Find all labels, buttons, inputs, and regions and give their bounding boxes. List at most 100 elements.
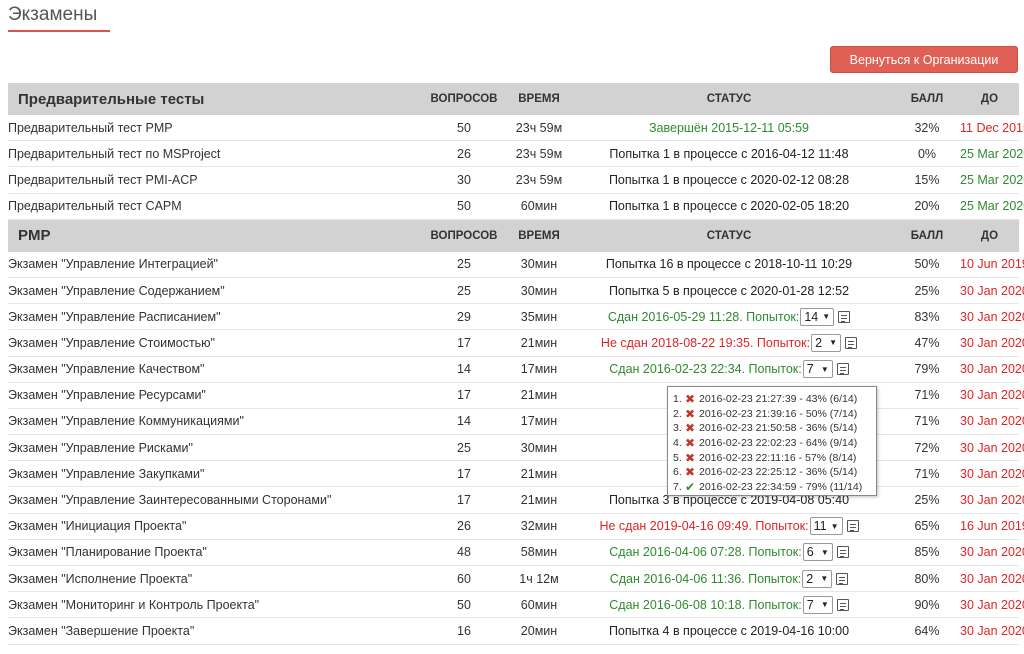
attempt-count: 6 [806, 545, 814, 560]
score: 65% [914, 519, 940, 534]
cross-icon: ✖ [685, 465, 696, 480]
exam-name[interactable]: Предварительный тест CAPM [8, 199, 414, 213]
attempt-number: 7. [673, 480, 682, 493]
score: 64% [914, 623, 940, 638]
attempt-history-item: 3. ✖ 2016-02-23 21:50:58 - 36% (5/14) [673, 421, 872, 436]
cross-icon: ✖ [685, 436, 696, 451]
exam-name[interactable]: Экзамен "Мониторинг и Контроль Проекта" [8, 598, 414, 612]
details-icon[interactable] [845, 336, 858, 349]
attempt-history-item: 4. ✖ 2016-02-23 22:02:23 - 64% (9/14) [673, 436, 872, 451]
status-text: Сдан 2016-04-06 11:36. Попыток: [609, 571, 802, 586]
attempt-number: 5. [673, 451, 682, 464]
due-date: 25 Mar 2020 [960, 172, 1024, 187]
status-text: Сдан 2016-06-08 10:18. Попыток: [609, 597, 802, 612]
time-limit: 17мин [520, 414, 558, 429]
status-text: Попытка 1 в процессе с 2020-02-05 18:20 [608, 199, 850, 214]
score: 71% [914, 466, 940, 481]
exam-name[interactable]: Экзамен "Управление Ресурсами" [8, 388, 414, 402]
score: 85% [914, 545, 940, 560]
status-text: Не сдан 2019-04-16 09:49. Попыток: [599, 519, 809, 534]
table-row: Экзамен "Управление Содержанием" 25 30мин П… [8, 278, 1024, 305]
table-row: Предварительный тест PMI-ACP 30 23ч 59м Поп… [8, 167, 1024, 194]
page-title: Экзамены [8, 4, 98, 25]
due-date: 30 Jan 2020 [960, 571, 1024, 586]
due-date: 30 Jan 2020 [960, 309, 1024, 324]
exam-name[interactable]: Экзамен "Управление Расписанием" [8, 310, 414, 324]
attempt-select[interactable]: 7 ▼ [802, 360, 833, 379]
column-header-questions: ВОПРОСОВ [430, 93, 498, 105]
status-text: Сдан 2016-04-06 07:28. Попыток: [609, 545, 802, 560]
cross-icon: ✖ [685, 450, 696, 465]
exam-name[interactable]: Экзамен "Управление Содержанием" [8, 284, 414, 298]
column-header-status: СТАТУС [706, 93, 752, 105]
status-text: Попытка 1 в процессе с 2016-04-12 11:48 [609, 146, 849, 161]
exam-name[interactable]: Экзамен "Исполнение Проекта" [8, 572, 414, 586]
exam-name[interactable]: Экзамен "Управление Интеграцией" [8, 257, 414, 271]
details-icon[interactable] [836, 598, 849, 611]
exam-name[interactable]: Экзамен "Завершение Проекта" [8, 624, 414, 638]
attempt-select[interactable]: 14 ▼ [800, 307, 835, 326]
status-text: Попытка 5 в процессе с 2020-01-28 12:52 [608, 283, 850, 298]
status-cell: Попытка 4 в процессе с 2019-04-16 10:00 [564, 624, 894, 638]
exam-name[interactable]: Экзамен "Планирование Проекта" [8, 545, 414, 559]
time-limit: 23ч 59м [515, 120, 563, 135]
chevron-down-icon: ▼ [830, 521, 839, 531]
exam-name[interactable]: Экзамен "Управление Закупками" [8, 467, 414, 481]
attempt-count: 7 [806, 362, 814, 377]
exam-name[interactable]: Экзамен "Управление Коммуникациями" [8, 414, 414, 428]
attempt-history-item: 1. ✖ 2016-02-23 21:27:39 - 43% (6/14) [673, 392, 872, 407]
score: 83% [914, 309, 940, 324]
exam-name[interactable]: Предварительный тест по MSProject [8, 147, 414, 161]
exam-name[interactable]: Экзамен "Управление Стоимостью" [8, 336, 414, 350]
score: 47% [914, 335, 940, 350]
due-date: 30 Jan 2020 [960, 623, 1024, 638]
chevron-down-icon: ▼ [829, 338, 838, 348]
details-icon[interactable] [836, 572, 849, 585]
time-limit: 35мин [520, 309, 558, 324]
exam-name[interactable]: Предварительный тест PMP [8, 121, 414, 135]
score: 15% [914, 172, 940, 187]
cross-icon: ✖ [685, 406, 696, 421]
attempt-history-item: 7. ✔ 2016-02-23 22:34:59 - 79% (11/14) [673, 480, 872, 495]
status-text: Попытка 16 в процессе с 2018-10-11 10:29 [605, 257, 853, 272]
score: 80% [914, 571, 940, 586]
exam-name[interactable]: Предварительный тест PMI-ACP [8, 173, 414, 187]
due-date: 30 Jan 2020 [960, 440, 1024, 455]
score: 71% [914, 414, 940, 429]
score: 20% [914, 199, 940, 214]
title-underline [8, 30, 110, 32]
due-date: 30 Jan 2020 [960, 414, 1024, 429]
back-to-organization-button[interactable]: Вернуться к Организации [830, 46, 1018, 73]
exam-name[interactable]: Экзамен "Управление Рисками" [8, 441, 414, 455]
attempt-select[interactable]: 11 ▼ [809, 517, 843, 536]
time-limit: 30мин [520, 257, 558, 272]
due-date: 30 Jan 2020 [960, 466, 1024, 481]
chevron-down-icon: ▼ [820, 364, 829, 374]
attempt-select[interactable]: 7 ▼ [802, 595, 833, 614]
table-row: Предварительный тест CAPM 50 60мин Попытка … [8, 194, 1024, 220]
details-icon[interactable] [838, 310, 851, 323]
column-header-score: БАЛЛ [910, 93, 944, 105]
attempt-details: 2016-02-23 22:02:23 - 64% (9/14) [699, 437, 858, 450]
exam-name[interactable]: Экзамен "Инициация Проекта" [8, 519, 414, 533]
section-title: Предварительные тесты [18, 90, 205, 108]
details-icon[interactable] [846, 520, 859, 533]
exam-name[interactable]: Экзамен "Управление Качеством" [8, 362, 414, 376]
status-cell: Сдан 2016-05-29 11:28. Попыток: 14 ▼ [564, 307, 894, 326]
score: 0% [917, 146, 937, 161]
table-row: Экзамен "Управление Интеграцией" 25 30мин П… [8, 252, 1024, 278]
column-header-score: БАЛЛ [910, 229, 944, 242]
time-limit: 21мин [520, 466, 558, 481]
details-icon[interactable] [836, 546, 849, 559]
status-text: Не сдан 2018-08-22 19:35. Попыток: [600, 335, 811, 350]
attempt-select[interactable]: 2 ▼ [802, 569, 833, 588]
details-icon[interactable] [836, 363, 849, 376]
question-count: 17 [457, 335, 471, 350]
exams-table: Предварительные тесты ВОПРОСОВ ВРЕМЯ СТАТУС… [8, 83, 1024, 645]
exam-name[interactable]: Экзамен "Управление Заинтересованными Ст… [8, 493, 414, 507]
attempt-select[interactable]: 6 ▼ [802, 543, 833, 562]
chevron-down-icon: ▼ [820, 600, 829, 610]
attempt-history-item: 6. ✖ 2016-02-23 22:25:12 - 36% (5/14) [673, 465, 872, 480]
question-count: 14 [457, 362, 471, 377]
attempt-select[interactable]: 2 ▼ [811, 333, 842, 352]
